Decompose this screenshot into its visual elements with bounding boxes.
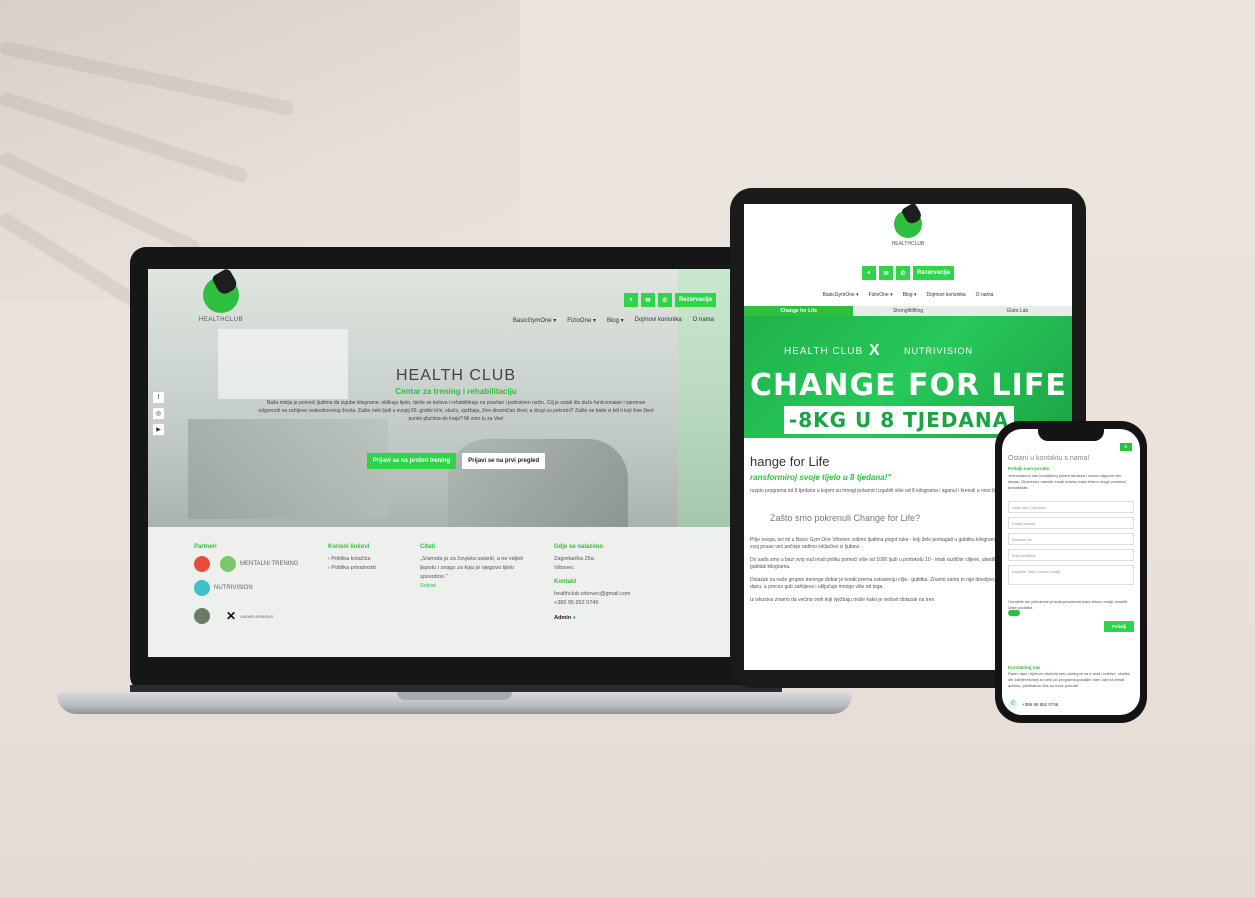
partners-title: Partneri bbox=[194, 544, 217, 550]
hamburger-menu-icon[interactable]: ≡ bbox=[1120, 443, 1132, 451]
site-logo[interactable]: HEALTHCLUB bbox=[198, 277, 244, 323]
mail-icon[interactable]: ✉ bbox=[878, 266, 893, 280]
trial-training-button[interactable]: Prijavi se na probni trening bbox=[366, 453, 457, 469]
location-icon[interactable]: ● bbox=[861, 266, 876, 280]
privacy-consent-text: Označite da prihvaćate pravila privatnos… bbox=[1008, 599, 1128, 610]
reservation-button[interactable]: Rezervacija bbox=[674, 293, 716, 307]
site-footer: Partneri MENTALNI TRENING NUTRIVISION ✕ U… bbox=[148, 527, 764, 657]
tab-change-for-life[interactable]: Change for Life bbox=[744, 306, 854, 316]
admin-link[interactable]: Admin bbox=[554, 615, 571, 621]
main-nav: BasicGymOne ▾ FizioOne ▾ Blog ▾ Dojmovi … bbox=[513, 317, 714, 324]
contact-page-title: Ostani u kontaktu s nama! bbox=[1008, 455, 1090, 462]
tab-strongfitlifting[interactable]: Strongfitlifting bbox=[853, 306, 963, 316]
hero-section: HEALTHCLUB ● ✉ ✆ Rezervacija BasicGymOne… bbox=[148, 269, 764, 527]
instagram-icon[interactable]: ◎ bbox=[152, 407, 165, 420]
kettlebell-logo-icon bbox=[894, 210, 922, 238]
laptop-lid: HEALTHCLUB ● ✉ ✆ Rezervacija BasicGymOne… bbox=[130, 247, 782, 692]
kettlebell-logo-icon bbox=[203, 277, 239, 313]
message-textarea[interactable]: Napišite Vašu poruku ovdje bbox=[1008, 565, 1134, 585]
email-field[interactable]: Email adresa bbox=[1008, 517, 1134, 529]
quote-author: Sokrat bbox=[420, 583, 436, 589]
partner-mentalni-trening[interactable]: MENTALNI TRENING bbox=[220, 556, 298, 572]
partner-clock-logo[interactable] bbox=[194, 556, 210, 572]
promo-banner: HEALTH CLUB X NUTRIVISION CHANGE FOR LIF… bbox=[744, 316, 1072, 438]
quote-title: Citati bbox=[420, 544, 435, 550]
location-title: Gdje se nalazimo bbox=[554, 544, 604, 550]
name-field[interactable]: Vaše ime i prezime bbox=[1008, 501, 1134, 513]
nav-blog[interactable]: Blog ▾ bbox=[607, 317, 624, 324]
nav-dojmovi[interactable]: Dojmovi korisnika bbox=[926, 292, 965, 298]
youtube-icon[interactable]: ▶ bbox=[152, 423, 165, 436]
tab-gluto-lab[interactable]: Gluto Lab bbox=[962, 306, 1072, 316]
interest-select[interactable]: Zanima me bbox=[1008, 533, 1134, 545]
phone-icon: ✆ bbox=[1008, 699, 1018, 709]
phone-contact[interactable]: ✆ +385 95 952 0746 bbox=[1008, 699, 1058, 709]
nav-fiziooone[interactable]: FizioOne ▾ bbox=[567, 317, 596, 324]
nav-o-nama[interactable]: O nama bbox=[693, 317, 714, 324]
location-icon[interactable]: ● bbox=[623, 293, 638, 307]
nav-basicgymone[interactable]: BasicGymOne ▾ bbox=[823, 292, 859, 298]
banner-pill: -8KG U 8 TJEDANA bbox=[784, 406, 1014, 434]
consent-toggle[interactable] bbox=[1008, 610, 1020, 616]
laptop-screen: HEALTHCLUB ● ✉ ✆ Rezervacija BasicGymOne… bbox=[148, 269, 764, 657]
banner-headline: CHANGE FOR LIFE bbox=[750, 368, 1067, 403]
nav-fiziooone[interactable]: FizioOne ▾ bbox=[869, 292, 893, 298]
mobile-field[interactable]: Broj mobitela bbox=[1008, 549, 1134, 561]
nav-blog[interactable]: Blog ▾ bbox=[903, 292, 917, 298]
send-button[interactable]: Pošalji bbox=[1104, 621, 1134, 632]
nav-dojmovi[interactable]: Dojmovi korisnika bbox=[635, 317, 682, 324]
contact-phone[interactable]: +385 95 952 0746 bbox=[554, 599, 674, 608]
contact-us-title: Kontaktiraj nas bbox=[1008, 665, 1041, 670]
contact-title: Kontakt bbox=[554, 579, 577, 585]
social-sidebar: f ◎ ▶ bbox=[152, 391, 165, 436]
mail-icon[interactable]: ✉ bbox=[640, 293, 655, 307]
user-icon: ● bbox=[572, 615, 576, 621]
quote-text: „Sramota je za čovjeka ostariti, a ne vi… bbox=[420, 556, 524, 580]
partner-under-armour[interactable]: ✕ UNDER ARMOUR bbox=[226, 610, 273, 622]
tablet-nav: BasicGymOne ▾ FizioOne ▾ Blog ▾ Dojmovi … bbox=[744, 292, 1072, 298]
nav-basicgymone[interactable]: BasicGymOne ▾ bbox=[513, 317, 556, 324]
tablet-logo[interactable]: HEALTHCLUB bbox=[744, 210, 1072, 247]
links-title: Korisni linkovi bbox=[328, 544, 370, 550]
partner-nutrivision[interactable]: NUTRIVISION bbox=[194, 580, 253, 596]
partner-globe-logo[interactable] bbox=[194, 608, 210, 624]
form-title: Pošalji nam poruku bbox=[1008, 466, 1050, 471]
phone-icon[interactable]: ✆ bbox=[895, 266, 910, 280]
link-cookies[interactable]: › Politika kolačića bbox=[328, 555, 408, 564]
phone-device: ≡ Ostani u kontaktu s nama! Pošalji nam … bbox=[995, 421, 1147, 723]
hero-subtitle: Centar za trening i rehabilitaciju bbox=[395, 387, 517, 396]
nav-o-nama[interactable]: O nama bbox=[976, 292, 994, 298]
reservation-button[interactable]: Rezervacija bbox=[912, 266, 955, 280]
phone-screen: ≡ Ostani u kontaktu s nama! Pošalji nam … bbox=[1002, 429, 1140, 715]
contact-email[interactable]: healthclub.vrbovec@gmail.com bbox=[554, 590, 674, 599]
phone-icon[interactable]: ✆ bbox=[657, 293, 672, 307]
hero-title: HEALTH CLUB bbox=[395, 367, 517, 384]
link-privacy[interactable]: › Politika privatnosti bbox=[328, 564, 408, 573]
hero-text: Naša misija je pomoći ljudima da izgube … bbox=[258, 400, 654, 422]
contact-form: Vaše ime i prezime Email adresa Zanima m… bbox=[1008, 501, 1134, 589]
laptop-notch bbox=[397, 692, 512, 700]
program-tabs: Change for Life Strongfitlifting Gluto L… bbox=[744, 306, 1072, 316]
first-exam-button[interactable]: Prijavi se na prvi pregled bbox=[462, 453, 546, 469]
